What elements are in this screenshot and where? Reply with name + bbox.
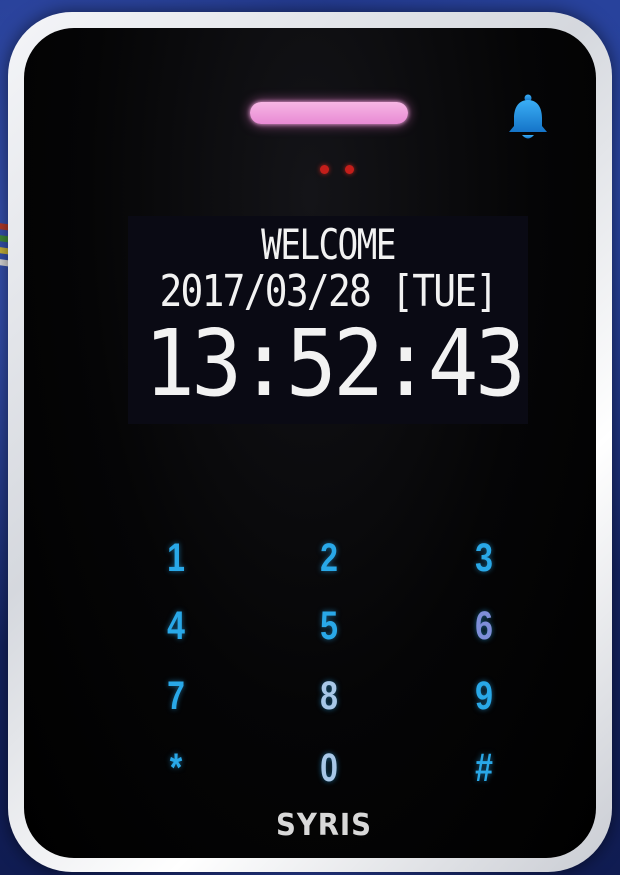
key-6[interactable]: 6 xyxy=(452,598,516,654)
proximity-sensor xyxy=(320,165,354,177)
key-8[interactable]: 8 xyxy=(297,668,361,724)
key-5[interactable]: 5 xyxy=(297,598,361,654)
background-scene: WELCOME 2017/03/28 [TUE] 13:52:43 1 2 3 … xyxy=(0,0,620,875)
key-3[interactable]: 3 xyxy=(452,530,516,586)
key-1[interactable]: 1 xyxy=(144,530,208,586)
key-9[interactable]: 9 xyxy=(452,668,516,724)
key-2[interactable]: 2 xyxy=(297,530,361,586)
brand-logo: SYRIS xyxy=(276,808,372,843)
date-line: 2017/03/28 [TUE] xyxy=(156,268,500,316)
bell-icon[interactable] xyxy=(506,92,550,142)
welcome-text: WELCOME xyxy=(261,220,396,269)
key-0[interactable]: 0 xyxy=(297,740,361,796)
lcd-display: WELCOME 2017/03/28 [TUE] 13:52:43 xyxy=(128,216,528,424)
status-light-bar xyxy=(250,102,408,124)
device-face: WELCOME 2017/03/28 [TUE] 13:52:43 1 2 3 … xyxy=(24,28,596,858)
sensor-dot-right xyxy=(345,165,354,174)
clock-time: 13:52:43 xyxy=(144,310,526,417)
keypad: 1 2 3 4 5 6 7 8 9 * 0 # xyxy=(96,514,546,804)
key-4[interactable]: 4 xyxy=(144,598,208,654)
access-control-device: WELCOME 2017/03/28 [TUE] 13:52:43 1 2 3 … xyxy=(8,12,612,872)
key-star[interactable]: * xyxy=(144,740,208,796)
sensor-dot-left xyxy=(320,165,329,174)
key-7[interactable]: 7 xyxy=(144,668,208,724)
key-hash[interactable]: # xyxy=(452,740,516,796)
